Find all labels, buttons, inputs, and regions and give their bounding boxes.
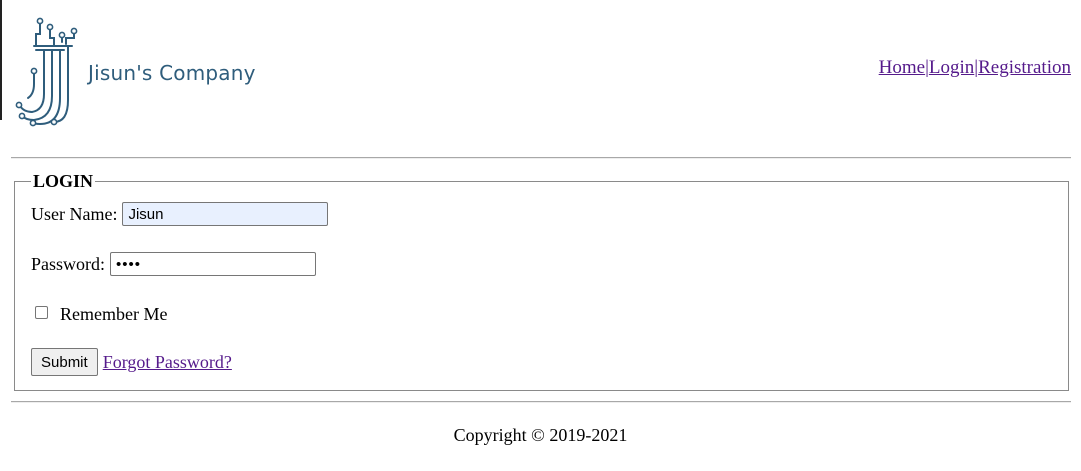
circuit-j-logo-icon: [15, 17, 78, 127]
page-header: Jisun's Company Home|Login|Registration: [0, 0, 1081, 150]
password-label: Password:: [31, 253, 106, 274]
top-navigation: Home|Login|Registration: [879, 57, 1071, 79]
username-row: User Name:: [31, 202, 329, 226]
nav-login-link[interactable]: Login: [929, 57, 974, 78]
company-name: Jisun's Company: [88, 61, 256, 85]
remember-row: Remember Me: [35, 304, 167, 325]
copyright-text: Copyright © 2019-2021: [453, 425, 628, 445]
company-logo[interactable]: Jisun's Company: [14, 14, 274, 129]
login-legend: LOGIN: [31, 171, 96, 192]
login-fieldset: LOGIN User Name: Password: Remember Me S…: [14, 171, 1069, 391]
nav-home-link[interactable]: Home: [879, 57, 925, 78]
password-input[interactable]: [110, 252, 317, 276]
remember-me-label[interactable]: Remember Me: [60, 304, 167, 325]
username-input[interactable]: [122, 202, 329, 226]
username-label: User Name:: [31, 203, 118, 224]
nav-registration-link[interactable]: Registration: [978, 57, 1071, 78]
password-row: Password:: [31, 252, 317, 276]
footer-divider: [11, 401, 1071, 403]
submit-button[interactable]: Submit: [31, 348, 98, 376]
forgot-password-link[interactable]: Forgot Password?: [103, 352, 232, 373]
remember-me-checkbox[interactable]: [35, 306, 48, 319]
submit-row: Submit Forgot Password?: [31, 348, 232, 376]
header-divider: [11, 157, 1071, 159]
footer: Copyright © 2019-2021: [0, 425, 1081, 446]
